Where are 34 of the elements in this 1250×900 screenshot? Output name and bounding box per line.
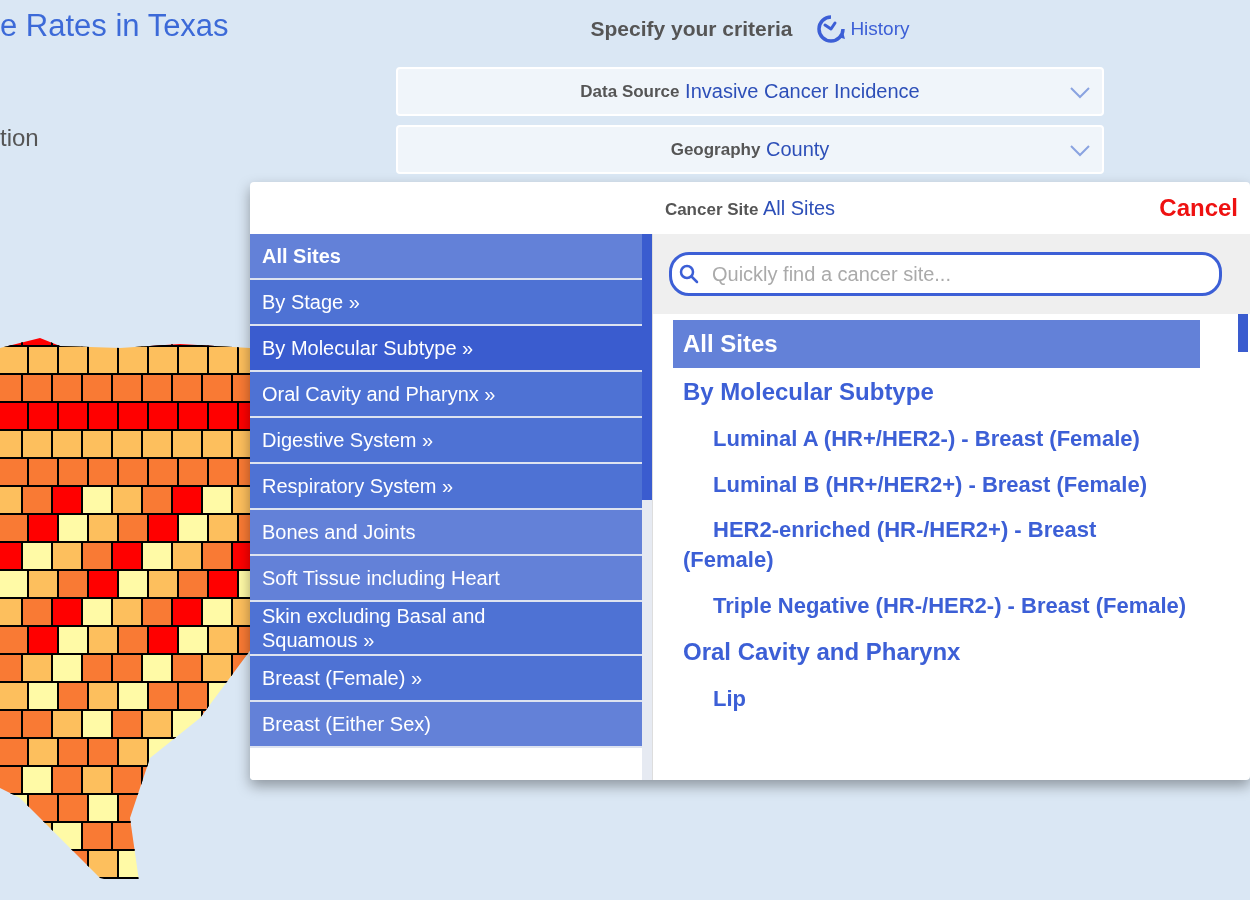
site-heading[interactable]: Oral Cavity and Pharynx — [673, 628, 1200, 677]
site-heading[interactable]: By Molecular Subtype — [673, 368, 1200, 416]
site-item[interactable]: Triple Negative (HR-/HER2-) - Breast (Female) — [673, 582, 1200, 629]
search-field[interactable]: Quickly find a cancer site... — [669, 252, 1222, 296]
category-item[interactable]: Digestive System » — [250, 418, 642, 464]
site-item[interactable]: Luminal A (HR+/HER2-) - Breast (Female) — [673, 416, 1200, 462]
section-label: tion — [0, 124, 39, 152]
category-item[interactable]: Soft Tissue including Heart — [250, 556, 642, 602]
cancel-button[interactable]: Cancel — [1159, 194, 1238, 222]
criteria-heading: Specify your criteria — [590, 17, 793, 41]
category-item[interactable]: Breast (Female) » — [250, 656, 642, 702]
category-item[interactable]: By Molecular Subtype » — [250, 326, 642, 372]
site-item[interactable]: Luminal B (HR+/HER2+) - Breast (Female) — [673, 461, 1200, 508]
category-item[interactable]: Oral Cavity and Pharynx » — [250, 372, 642, 418]
category-item[interactable]: Bones and Joints — [250, 510, 642, 556]
search-icon — [679, 264, 699, 284]
history-link[interactable]: History — [816, 14, 910, 44]
site-item[interactable]: Lip — [673, 676, 1200, 723]
chevron-down-icon — [1070, 145, 1090, 157]
site-item[interactable]: HER2-enriched (HR-/HER2+) - Breast (Female) — [673, 507, 1200, 583]
category-item[interactable]: All Sites — [250, 234, 642, 280]
page-title: e Rates in Texas — [0, 8, 229, 44]
scrollbar-thumb[interactable] — [1238, 314, 1248, 352]
site-heading[interactable]: All Sites — [673, 320, 1200, 368]
category-item[interactable]: Breast (Either Sex) — [250, 702, 642, 748]
chevron-down-icon — [1070, 87, 1090, 99]
history-icon — [816, 14, 847, 44]
category-item[interactable]: Respiratory System » — [250, 464, 642, 510]
category-item[interactable]: Skin excluding Basal and Squamous » — [250, 602, 642, 656]
criteria-dropdown[interactable]: Geography County — [396, 125, 1104, 174]
popup-title: Cancer Site All Sites — [664, 196, 836, 220]
criteria-dropdown[interactable]: Data Source Invasive Cancer Incidence — [396, 67, 1104, 116]
scrollbar-thumb[interactable] — [642, 234, 652, 500]
category-item[interactable]: By Stage » — [250, 280, 642, 326]
